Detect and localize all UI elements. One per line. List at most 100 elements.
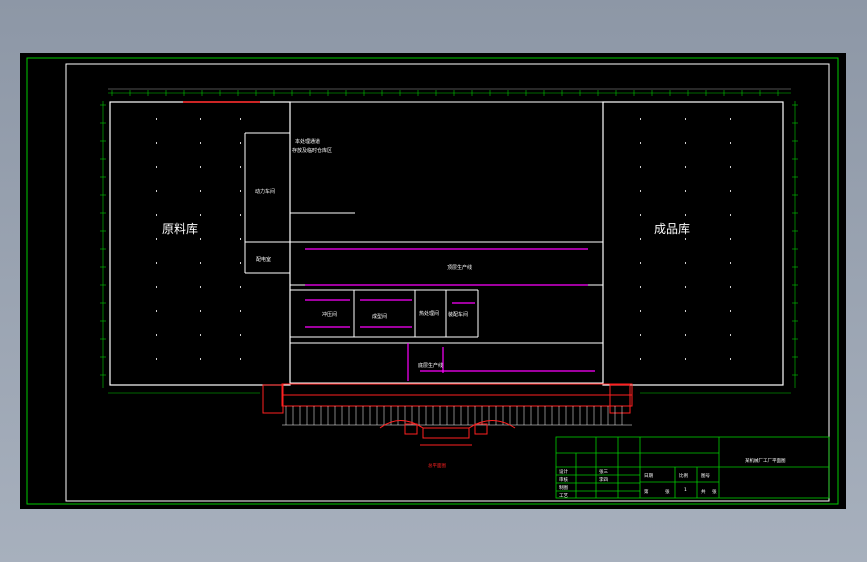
column-dot bbox=[730, 190, 731, 192]
title-cell-reviewer: 李四 bbox=[599, 476, 608, 483]
column-dot bbox=[730, 118, 731, 120]
title-label-date: 日期 bbox=[644, 473, 653, 479]
lower-line-label: 底层生产线 bbox=[418, 362, 443, 369]
column-dot bbox=[685, 118, 686, 120]
column-dot bbox=[730, 238, 731, 240]
finished-warehouse-label: 成品库 bbox=[654, 221, 690, 236]
column-dot bbox=[240, 310, 241, 312]
column-dot bbox=[685, 358, 686, 360]
column-dot bbox=[685, 166, 686, 168]
column-dot bbox=[156, 286, 157, 288]
column-dot bbox=[156, 358, 157, 360]
column-dot bbox=[640, 262, 641, 264]
column-dot bbox=[640, 238, 641, 240]
column-dot bbox=[200, 262, 201, 264]
column-dot bbox=[200, 334, 201, 336]
note-line-1: 本处理通道 bbox=[295, 138, 320, 145]
main-line-label: 顶层生产线 bbox=[447, 264, 472, 271]
column-dot bbox=[640, 334, 641, 336]
column-dot bbox=[730, 310, 731, 312]
column-dot bbox=[240, 190, 241, 192]
column-dot bbox=[200, 118, 201, 120]
raw-warehouse-wall bbox=[109, 101, 291, 386]
column-grid bbox=[156, 118, 731, 360]
inner-border bbox=[65, 63, 830, 502]
title-label-number: 图号 bbox=[701, 473, 710, 479]
column-dot bbox=[200, 358, 201, 360]
cad-viewport[interactable]: 总平面图 原料库 成品库 动力车间 配电室 顶层生产线 冲压间 成型间 热处理间… bbox=[20, 53, 846, 509]
column-dot bbox=[640, 214, 641, 216]
column-dot bbox=[200, 286, 201, 288]
column-dot bbox=[200, 238, 201, 240]
title-cell-sheet: 张 bbox=[665, 488, 670, 495]
gate-caption: 总平面图 bbox=[428, 462, 446, 469]
column-dot bbox=[640, 166, 641, 168]
column-dot bbox=[730, 358, 731, 360]
column-dot bbox=[730, 142, 731, 144]
title-label-process: 工艺 bbox=[559, 493, 568, 499]
column-dot bbox=[200, 214, 201, 216]
column-dot bbox=[156, 214, 157, 216]
column-dot bbox=[240, 166, 241, 168]
molding-room-label: 成型间 bbox=[372, 313, 387, 320]
heat-treatment-label: 热处理间 bbox=[419, 310, 439, 317]
title-block bbox=[555, 436, 830, 499]
column-dot bbox=[156, 238, 157, 240]
raw-warehouse-label: 原料库 bbox=[162, 221, 198, 236]
title-label-scale: 比例 bbox=[679, 472, 688, 479]
column-dot bbox=[240, 262, 241, 264]
facade-railing bbox=[282, 406, 632, 426]
title-cell-designer: 张三 bbox=[599, 468, 608, 475]
column-dot bbox=[156, 118, 157, 120]
column-dot bbox=[240, 286, 241, 288]
column-dot bbox=[200, 166, 201, 168]
column-dot bbox=[640, 142, 641, 144]
column-dot bbox=[156, 334, 157, 336]
title-cell-scale: 1 bbox=[684, 487, 687, 493]
title-cell-sheet-of: 第 bbox=[644, 488, 649, 495]
main-gate bbox=[379, 420, 516, 446]
column-dot bbox=[640, 190, 641, 192]
entrance-facade bbox=[262, 383, 633, 414]
title-cell-total: 共 bbox=[701, 488, 706, 495]
column-dot bbox=[200, 190, 201, 192]
title-label-design: 设计 bbox=[559, 468, 568, 475]
column-dot bbox=[640, 310, 641, 312]
column-dot bbox=[685, 310, 686, 312]
column-dot bbox=[730, 262, 731, 264]
power-room-label: 动力车间 bbox=[255, 188, 275, 195]
dimension-ticks bbox=[100, 90, 798, 376]
column-dot bbox=[156, 166, 157, 168]
column-dot bbox=[240, 118, 241, 120]
column-dot bbox=[200, 142, 201, 144]
column-dot bbox=[240, 238, 241, 240]
finished-warehouse-wall bbox=[602, 101, 784, 386]
column-dot bbox=[685, 334, 686, 336]
column-dot bbox=[156, 142, 157, 144]
title-cell-total-sheet: 张 bbox=[712, 488, 717, 495]
column-dot bbox=[200, 310, 201, 312]
column-dot bbox=[685, 142, 686, 144]
title-label-review: 审核 bbox=[559, 476, 568, 483]
column-dot bbox=[240, 358, 241, 360]
column-dot bbox=[640, 118, 641, 120]
column-dot bbox=[730, 166, 731, 168]
column-dot bbox=[640, 286, 641, 288]
column-dot bbox=[685, 190, 686, 192]
column-dot bbox=[156, 190, 157, 192]
column-dot bbox=[685, 238, 686, 240]
column-dot bbox=[240, 334, 241, 336]
column-dot bbox=[730, 214, 731, 216]
note-line-2: 存放及临时仓库区 bbox=[292, 147, 332, 154]
column-dot bbox=[730, 286, 731, 288]
assembly-label: 装配车间 bbox=[448, 311, 468, 318]
column-dot bbox=[685, 214, 686, 216]
column-dot bbox=[240, 142, 241, 144]
column-dot bbox=[640, 358, 641, 360]
column-dot bbox=[156, 262, 157, 264]
factory-floor-plan: 总平面图 原料库 成品库 动力车间 配电室 顶层生产线 冲压间 成型间 热处理间… bbox=[26, 57, 839, 505]
drawing-title: 某机械厂工厂平面图 bbox=[745, 457, 786, 464]
column-dot bbox=[685, 286, 686, 288]
column-dot bbox=[240, 214, 241, 216]
column-dot bbox=[685, 262, 686, 264]
